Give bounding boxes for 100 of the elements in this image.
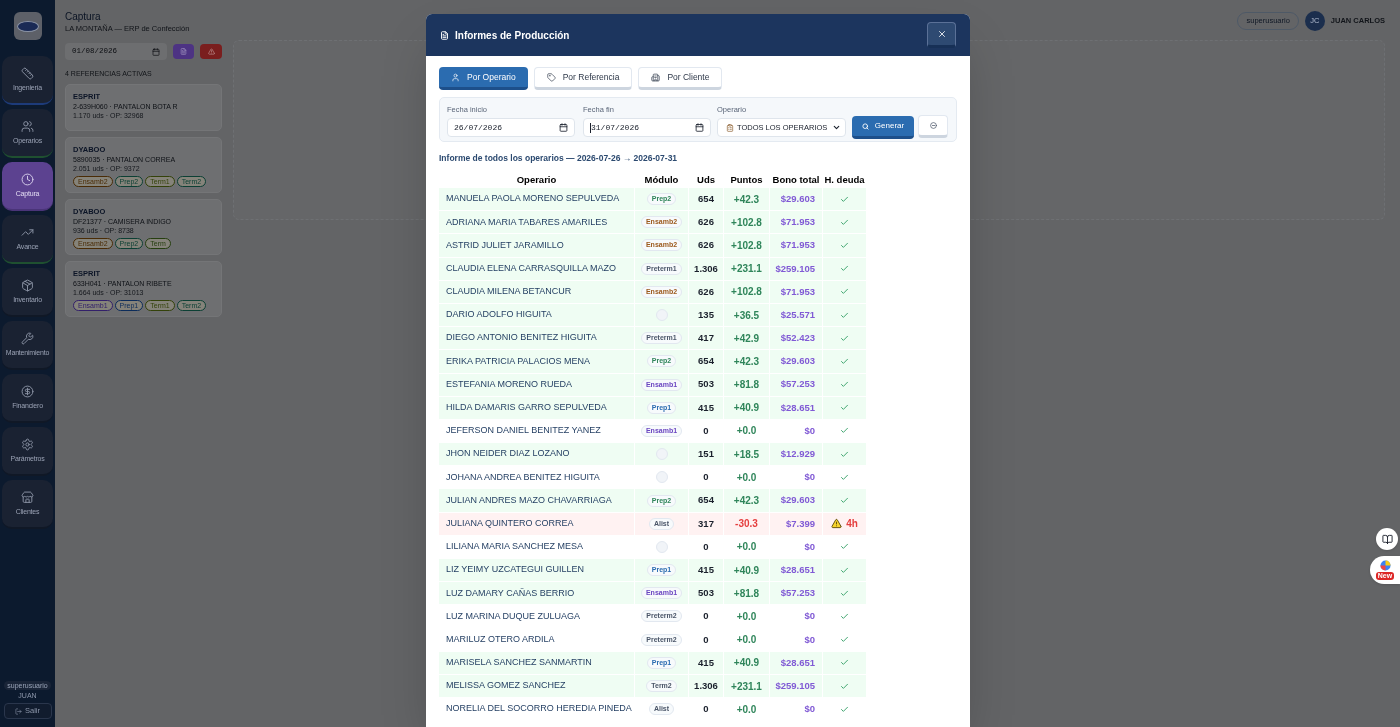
close-button[interactable] — [927, 22, 956, 48]
operator-name-cell: LIZ YEIMY UZCATEGUI GUILLEN — [439, 559, 634, 582]
oval-logo-icon — [13, 12, 42, 40]
units-cell: 654 — [689, 350, 723, 373]
bonus-cell: $28.651 — [770, 651, 822, 674]
clipboard-icon — [726, 123, 734, 132]
end-date-field[interactable]: 31/07/2026 — [583, 118, 711, 137]
points-cell: +18.5 — [724, 443, 769, 466]
document-icon — [440, 30, 449, 40]
debt-hours: 4h — [846, 517, 858, 532]
report-tab[interactable]: Por Cliente — [638, 67, 723, 90]
bonus-cell: $28.651 — [770, 559, 822, 582]
points-cell: +81.8 — [724, 582, 769, 605]
calendar-icon — [559, 123, 568, 132]
check-icon — [840, 496, 849, 506]
logout-icon — [15, 707, 22, 715]
document-icon — [180, 48, 187, 55]
bonus-cell: $12.929 — [770, 443, 822, 466]
book-icon — [1381, 533, 1393, 545]
warning-icon — [207, 48, 215, 55]
generate-button[interactable]: Generar — [852, 116, 914, 139]
tag-icon — [546, 73, 556, 82]
check-icon — [840, 426, 849, 436]
check-icon — [840, 588, 849, 598]
building-icon — [651, 73, 661, 82]
page-title: Captura — [65, 11, 102, 23]
check-icon — [840, 658, 849, 668]
person-icon — [451, 72, 460, 82]
check-icon — [840, 240, 849, 250]
trend-line-icon — [21, 226, 34, 239]
points-cell: +42.3 — [724, 350, 769, 373]
points-cell: +40.9 — [724, 559, 769, 582]
points-cell: +40.9 — [724, 396, 769, 419]
points-cell: +102.8 — [724, 234, 769, 257]
operator-name-cell: JHON NEIDER DIAZ LOZANO — [439, 443, 634, 466]
check-icon — [840, 333, 849, 343]
users-icon — [21, 120, 34, 133]
minus-circle-icon — [929, 122, 937, 129]
report-tab[interactable]: Por Referencia — [533, 67, 633, 90]
units-cell: 417 — [689, 327, 723, 350]
units-cell: 415 — [689, 651, 723, 674]
points-cell: +42.3 — [724, 188, 769, 211]
operator-name-cell: MARISELA SANCHEZ SANMARTIN — [439, 651, 634, 674]
units-cell: 654 — [689, 489, 723, 512]
points-cell: +102.8 — [724, 211, 769, 234]
box-icon — [21, 279, 34, 292]
column-header: Operario — [515, 174, 558, 187]
check-icon — [840, 380, 849, 390]
units-cell: 1.306 — [689, 674, 723, 698]
document-button[interactable] — [172, 44, 195, 59]
calendar-icon — [151, 47, 160, 56]
check-icon — [840, 704, 849, 714]
chevron-down-icon — [832, 123, 841, 132]
operator-name-cell: MANUELA PAOLA MORENO SEPULVEDA — [439, 188, 634, 211]
dollar-coin-icon — [21, 385, 34, 398]
bonus-cell: $29.603 — [770, 489, 822, 512]
report-tab[interactable]: Por Operario — [439, 67, 528, 90]
units-cell: 415 — [689, 396, 723, 419]
search-icon — [861, 122, 869, 130]
alert-button[interactable] — [200, 44, 222, 59]
operator-name-cell: JULIANA QUINTERO CORREA — [439, 512, 634, 535]
units-cell: 503 — [689, 373, 723, 396]
bonus-cell: $29.603 — [770, 188, 822, 211]
operator-name-cell: MELISSA GOMEZ SANCHEZ — [439, 674, 634, 698]
points-cell: +231.1 — [724, 674, 769, 698]
units-cell: 317 — [689, 512, 723, 535]
report-summary: Informe de todos los operarios — 2026-07-26 → 2026-07-31 — [439, 153, 679, 164]
color-wheel-icon — [1379, 560, 1391, 571]
operator-name-cell: JULIAN ANDRES MAZO CHAVARRIAGA — [439, 489, 634, 512]
text-cursor — [590, 122, 591, 133]
units-cell: 654 — [689, 188, 723, 211]
column-header: Uds — [696, 174, 716, 187]
operator-name-cell: CLAUDIA MILENA BETANCUR — [439, 280, 634, 303]
units-cell: 1.306 — [689, 257, 723, 280]
check-icon — [840, 194, 849, 204]
operator-name-cell: ERIKA PATRICIA PALACIOS MENA — [439, 350, 634, 373]
column-header: Módulo — [643, 174, 680, 187]
start-date-field[interactable]: 26/07/2026 — [447, 118, 575, 137]
bonus-cell: $57.253 — [770, 582, 822, 605]
operator-name-cell: DARIO ADOLFO HIGUITA — [439, 303, 634, 327]
column-header: Bono total — [771, 174, 821, 187]
check-icon — [840, 565, 849, 575]
units-cell: 151 — [689, 443, 723, 466]
bonus-cell: $29.603 — [770, 350, 822, 373]
points-cell: -30.3 — [724, 512, 769, 535]
points-cell: +42.9 — [724, 327, 769, 350]
check-icon — [840, 681, 849, 691]
bonus-cell: $57.253 — [770, 373, 822, 396]
bonus-cell: $52.423 — [770, 327, 822, 350]
units-cell: 626 — [689, 280, 723, 303]
points-cell: +36.5 — [724, 303, 769, 327]
clear-button[interactable] — [918, 115, 948, 138]
check-icon — [840, 449, 849, 459]
operator-name-cell: DIEGO ANTONIO BENITEZ HIGUITA — [439, 327, 634, 350]
check-icon — [840, 635, 849, 645]
check-icon — [840, 542, 849, 552]
check-icon — [840, 611, 849, 621]
bonus-cell: $259.105 — [770, 674, 822, 698]
points-cell: +42.3 — [724, 489, 769, 512]
clock-icon — [21, 173, 34, 186]
